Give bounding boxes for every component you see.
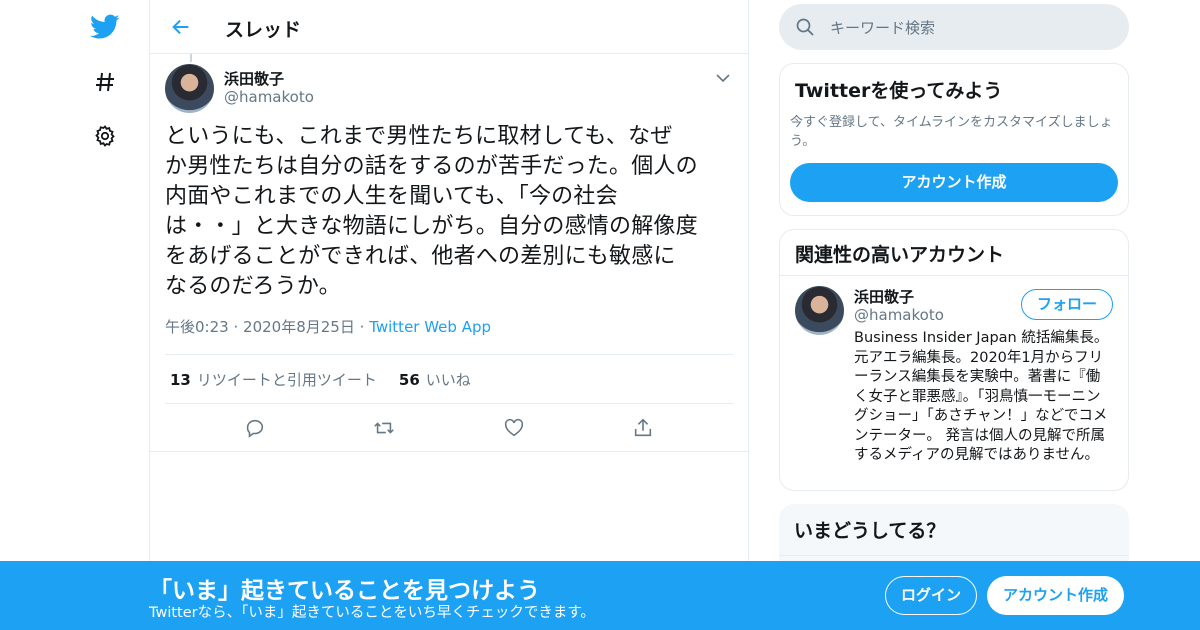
tweet-source[interactable]: Twitter Web App (369, 318, 491, 336)
thread-column: スレッド 浜田敬子 @hamakoto というにも、これまで男性たちに取材しても… (149, 0, 749, 630)
tweet-text-line: は・・」と大きな物語にしがち。自分の感情の解像度 (165, 214, 698, 239)
left-nav (0, 0, 150, 630)
banner-subline: Twitterなら、「いま」起きていることをいち早くチェックできます。 (149, 605, 595, 621)
thread-header: スレッド (150, 0, 748, 54)
sidebar: キーワード検索 Twitterを使ってみよう 今すぐ登録して、タイムラインをカス… (779, 0, 1129, 604)
signup-card: Twitterを使ってみよう 今すぐ登録して、タイムラインをカスタマイズしましょ… (779, 63, 1129, 216)
tweet-text-line: 内面やこれまでの人生を聞いても、「今の社会 (165, 184, 618, 209)
retweet-count: 13 (170, 370, 191, 389)
retweet-stat[interactable]: 13 リツイートと引用ツイート (170, 369, 377, 390)
related-user-bio: Business Insider Japan 統括編集長。元アエラ編集長。202… (854, 330, 1109, 463)
signup-button[interactable]: アカウント作成 (987, 576, 1124, 615)
tweet-time[interactable]: 午後0:23 (165, 318, 229, 336)
signup-banner: 「いま」起きていることを見つけよう Twitterなら、「いま」起きていることを… (0, 561, 1200, 630)
trends-title: いまどうしてる？ (779, 504, 1129, 556)
login-button[interactable]: ログイン (885, 576, 977, 615)
hashtag-icon[interactable] (88, 65, 122, 99)
search-box[interactable]: キーワード検索 (779, 4, 1129, 50)
avatar[interactable] (795, 286, 844, 335)
page-title: スレッド (225, 19, 302, 41)
author-name[interactable]: 浜田敬子 (224, 68, 284, 89)
share-icon[interactable] (628, 413, 658, 443)
retweet-label: リツイートと引用ツイート (196, 370, 377, 389)
like-stat[interactable]: 56 いいね (399, 369, 471, 390)
page: スレッド 浜田敬子 @hamakoto というにも、これまで男性たちに取材しても… (0, 0, 1200, 630)
gear-icon[interactable] (88, 119, 122, 153)
tweet-meta: 午後0:23 · 2020年8月25日 · Twitter Web App (165, 316, 733, 344)
author-handle[interactable]: @hamakoto (224, 88, 314, 106)
back-arrow-icon[interactable] (168, 14, 194, 40)
retweet-icon[interactable] (369, 413, 399, 443)
signup-card-subtitle: 今すぐ登録して、タイムラインをカスタマイズしましょう。 (790, 115, 1113, 149)
search-input[interactable]: キーワード検索 (830, 17, 935, 38)
follow-button[interactable]: フォロー (1021, 289, 1113, 320)
tweet-text: というにも、これまで男性たちに取材しても、なぜ か男性たちは自分の話をするのが苦… (165, 122, 740, 302)
tweet-text-line: か男性たちは自分の話をするのが苦手だった。個人の (165, 154, 698, 179)
separator: · (359, 318, 365, 336)
like-count: 56 (398, 370, 420, 389)
tweet-author: 浜田敬子 @hamakoto (165, 54, 733, 122)
create-account-button[interactable]: アカウント作成 (790, 163, 1118, 202)
chevron-down-icon[interactable] (713, 68, 733, 88)
tweet: 浜田敬子 @hamakoto というにも、これまで男性たちに取材しても、なぜ か… (150, 54, 748, 452)
reply-icon[interactable] (240, 413, 270, 443)
signup-card-title: Twitterを使ってみよう (795, 80, 1003, 102)
tweet-text-line: なるのだろうか。 (165, 274, 341, 299)
tweet-stats: 13 リツイートと引用ツイート 56 いいね (165, 354, 733, 404)
like-label: いいね (425, 370, 471, 389)
related-user-name[interactable]: 浜田敬子 (854, 286, 914, 307)
tweet-actions (150, 404, 748, 452)
banner-headline: 「いま」起きていることを見つけよう (149, 578, 540, 604)
related-accounts-card: 関連性の高いアカウント 浜田敬子 @hamakoto フォロー Business… (779, 229, 1129, 491)
twitter-bird-icon[interactable] (88, 10, 122, 44)
tweet-date[interactable]: 2020年8月25日 (243, 318, 355, 336)
separator: · (233, 318, 239, 336)
heart-icon[interactable] (499, 413, 529, 443)
related-user[interactable]: 浜田敬子 @hamakoto フォロー Business Insider Jap… (780, 276, 1128, 463)
related-title: 関連性の高いアカウント (780, 230, 1128, 276)
avatar[interactable] (165, 64, 214, 113)
search-icon (795, 17, 815, 37)
tweet-text-line: をあげることができれば、他者への差別にも敏感に (165, 244, 676, 269)
related-user-handle[interactable]: @hamakoto (854, 306, 944, 324)
tweet-text-line: というにも、これまで男性たちに取材しても、なぜ (165, 124, 673, 149)
